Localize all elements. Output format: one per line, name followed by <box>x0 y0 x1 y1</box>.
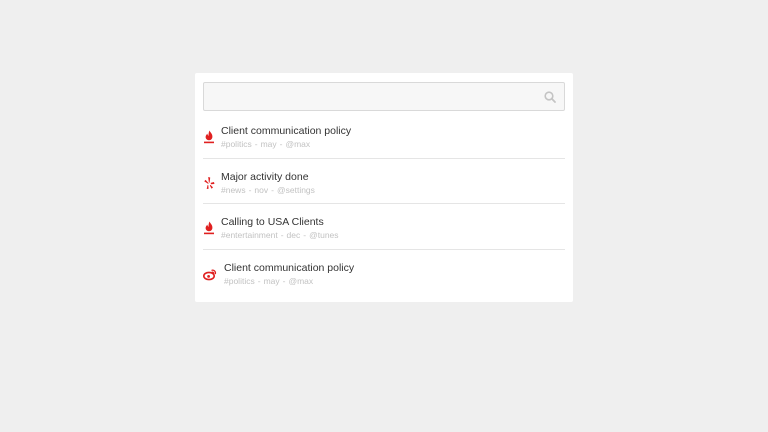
item-tag[interactable]: #news <box>221 185 246 195</box>
search-panel: Client communication policy #politics - ma… <box>195 73 573 302</box>
search-box[interactable] <box>203 82 565 111</box>
item-title[interactable]: Client communication policy <box>224 262 354 274</box>
meta-separator: - <box>254 139 258 149</box>
meta-separator: - <box>282 275 286 286</box>
item-meta: #news - nov - @settings <box>221 185 315 195</box>
list-item[interactable]: Client communication policy #politics - ma… <box>203 113 565 159</box>
list-item[interactable]: Calling to USA Clients #entertainment - de… <box>203 204 565 250</box>
list-item[interactable]: Major activity done #news - nov - @settings <box>203 159 565 204</box>
meta-separator: - <box>280 230 284 240</box>
meta-separator: - <box>248 184 252 195</box>
list-item[interactable]: Client communication policy #politics - ma… <box>203 250 565 296</box>
fire-icon <box>204 130 214 144</box>
item-title[interactable]: Major activity done <box>221 171 309 183</box>
meta-separator: - <box>271 184 274 195</box>
item-tag[interactable]: #politics <box>221 139 252 149</box>
meta-separator: - <box>257 275 261 286</box>
result-list: Client communication policy #politics - ma… <box>203 113 565 295</box>
item-user[interactable]: @settings <box>277 185 315 195</box>
meta-separator: - <box>303 230 307 240</box>
search-input[interactable] <box>204 83 564 110</box>
item-meta: #politics - may - @max <box>221 139 310 149</box>
item-user[interactable]: @max <box>285 139 310 149</box>
item-title[interactable]: Calling to USA Clients <box>221 216 324 228</box>
meta-separator: - <box>279 139 283 149</box>
item-user[interactable]: @tunes <box>309 230 338 240</box>
item-tag[interactable]: #politics <box>224 276 255 286</box>
item-meta: #politics - may - @max <box>224 276 313 286</box>
search-icon[interactable] <box>543 90 557 104</box>
yelp-icon <box>204 176 215 189</box>
item-month: dec <box>286 230 301 240</box>
fire-icon <box>204 221 214 235</box>
item-user[interactable]: @max <box>288 276 313 286</box>
item-month: may <box>260 139 277 149</box>
item-month: may <box>263 275 280 286</box>
item-tag[interactable]: #entertainment <box>221 230 278 240</box>
item-month: nov <box>254 184 269 195</box>
weibo-icon <box>203 268 217 280</box>
item-meta: #entertainment - dec - @tunes <box>221 230 339 240</box>
item-title[interactable]: Client communication policy <box>221 125 351 137</box>
